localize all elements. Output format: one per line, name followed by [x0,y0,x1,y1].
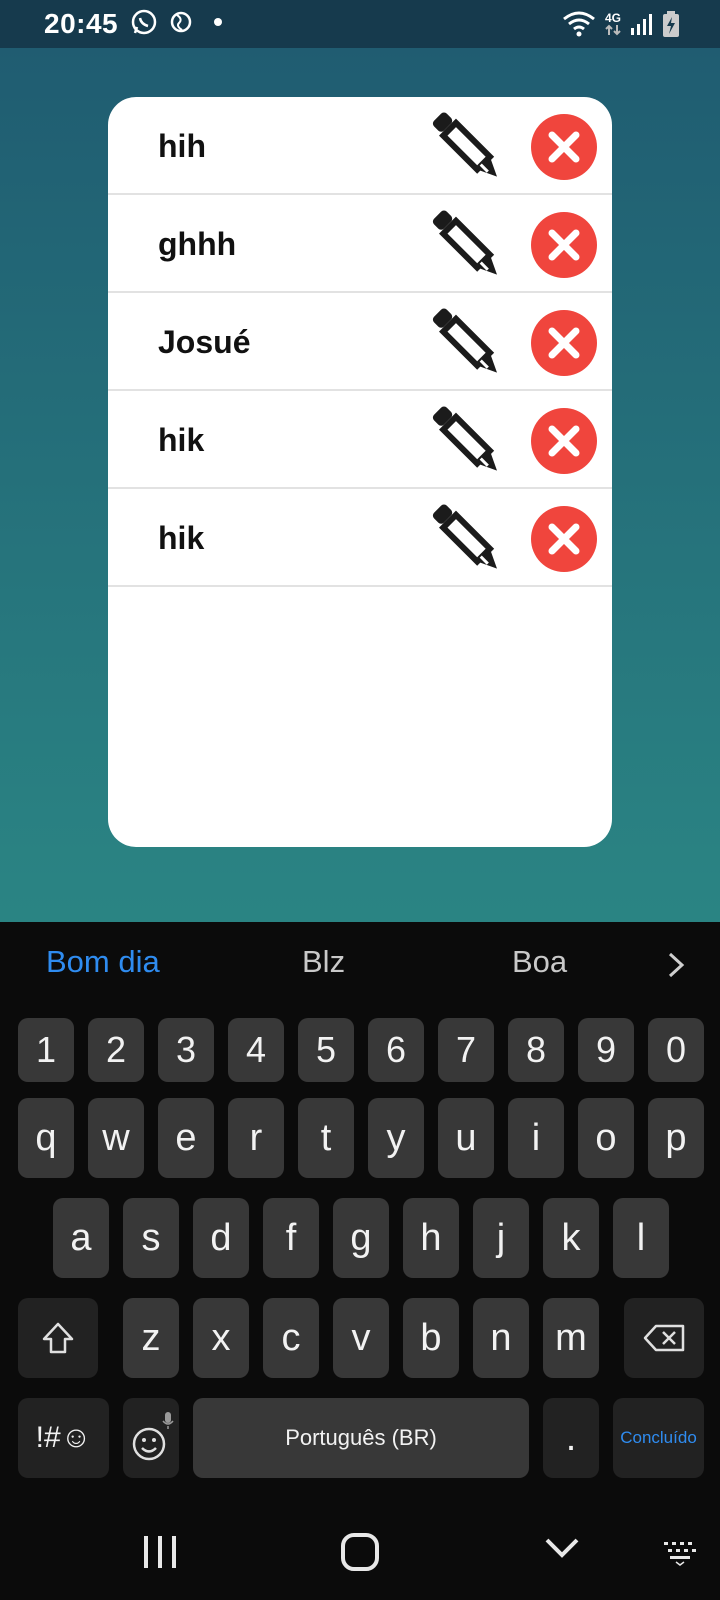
key-1[interactable]: 1 [18,1018,74,1082]
list-item[interactable]: hik [108,489,612,587]
key-g[interactable]: g [333,1198,389,1278]
wifi-icon [563,11,595,37]
key-k[interactable]: k [543,1198,599,1278]
battery-charging-icon [663,11,679,37]
key-8[interactable]: 8 [508,1018,564,1082]
keyboard-switch-icon[interactable] [662,1540,698,1566]
key-x[interactable]: x [193,1298,249,1378]
status-notification-icons [130,8,222,36]
item-label: ghhh [158,226,237,262]
suggestion-2[interactable]: Blz [302,944,345,980]
vpn-globe-icon [170,11,192,33]
home-icon[interactable] [340,1532,380,1572]
delete-button[interactable] [531,212,597,278]
key-v[interactable]: v [333,1298,389,1378]
recents-icon[interactable] [140,1534,180,1570]
key-7[interactable]: 7 [438,1018,494,1082]
key-2[interactable]: 2 [88,1018,144,1082]
status-bar: 20:45 4G [0,0,720,48]
key-q[interactable]: q [18,1098,74,1178]
done-key[interactable]: Concluído [613,1398,704,1478]
key-t[interactable]: t [298,1098,354,1178]
key-i[interactable]: i [508,1098,564,1178]
signal-icon [631,14,652,35]
key-9[interactable]: 9 [578,1018,634,1082]
key-r[interactable]: r [228,1098,284,1178]
list-item[interactable]: Josué [108,293,612,391]
key-o[interactable]: o [578,1098,634,1178]
space-key[interactable]: Português (BR) [193,1398,529,1478]
pencil-icon[interactable] [426,401,510,485]
key-l[interactable]: l [613,1198,669,1278]
backspace-key[interactable] [624,1298,704,1378]
key-y[interactable]: y [368,1098,424,1178]
key-b[interactable]: b [403,1298,459,1378]
emoji-key[interactable] [123,1398,179,1478]
pencil-icon[interactable] [426,303,510,387]
delete-button[interactable] [531,114,597,180]
key-j[interactable]: j [473,1198,529,1278]
shift-icon [42,1322,74,1354]
delete-button[interactable] [531,310,597,376]
key-w[interactable]: w [88,1098,144,1178]
key-h[interactable]: h [403,1198,459,1278]
chevron-right-icon[interactable] [664,950,688,980]
key-z[interactable]: z [123,1298,179,1378]
back-chevron-icon[interactable] [544,1536,580,1560]
close-icon [548,425,580,457]
status-time: 20:45 [44,8,119,39]
item-label: Josué [158,324,251,360]
pencil-icon[interactable] [426,205,510,289]
close-icon [548,327,580,359]
list-item[interactable]: hih [108,97,612,195]
key-0[interactable]: 0 [648,1018,704,1082]
key-s[interactable]: s [123,1198,179,1278]
backspace-icon [643,1324,685,1352]
key-u[interactable]: u [438,1098,494,1178]
period-key[interactable]: . [543,1398,599,1478]
close-icon [548,131,580,163]
delete-button[interactable] [531,408,597,474]
mobile-data-icon: 4G [604,12,622,36]
items-card: hih ghhh Josué hik hik [108,97,612,847]
list-item[interactable]: ghhh [108,195,612,293]
suggestion-3[interactable]: Boa [512,944,567,980]
emoji-icon [132,1412,174,1461]
item-label: hik [158,422,205,458]
whatsapp-icon [131,9,157,35]
key-a[interactable]: a [53,1198,109,1278]
delete-button[interactable] [531,506,597,572]
status-system-icons: 4G [562,10,680,38]
key-d[interactable]: d [193,1198,249,1278]
key-f[interactable]: f [263,1198,319,1278]
key-n[interactable]: n [473,1298,529,1378]
key-3[interactable]: 3 [158,1018,214,1082]
suggestion-bar: Bom dia Blz Boa [0,922,720,1010]
close-icon [548,523,580,555]
key-c[interactable]: c [263,1298,319,1378]
item-label: hik [158,520,205,556]
item-label: hih [158,128,206,164]
dot-icon [214,18,222,26]
pencil-icon[interactable] [426,499,510,583]
key-6[interactable]: 6 [368,1018,424,1082]
key-m[interactable]: m [543,1298,599,1378]
symbols-key[interactable]: !#☺ [18,1398,109,1478]
soft-keyboard: Bom dia Blz Boa 1 2 3 4 5 6 7 8 9 0 q w … [0,922,720,1600]
pencil-icon[interactable] [426,107,510,191]
system-nav-bar [0,1500,720,1600]
network-type-label: 4G [604,11,621,25]
list-item[interactable]: hik [108,391,612,489]
close-icon [548,229,580,261]
key-4[interactable]: 4 [228,1018,284,1082]
suggestion-1[interactable]: Bom dia [46,944,160,980]
key-p[interactable]: p [648,1098,704,1178]
key-5[interactable]: 5 [298,1018,354,1082]
key-e[interactable]: e [158,1098,214,1178]
shift-key[interactable] [18,1298,98,1378]
